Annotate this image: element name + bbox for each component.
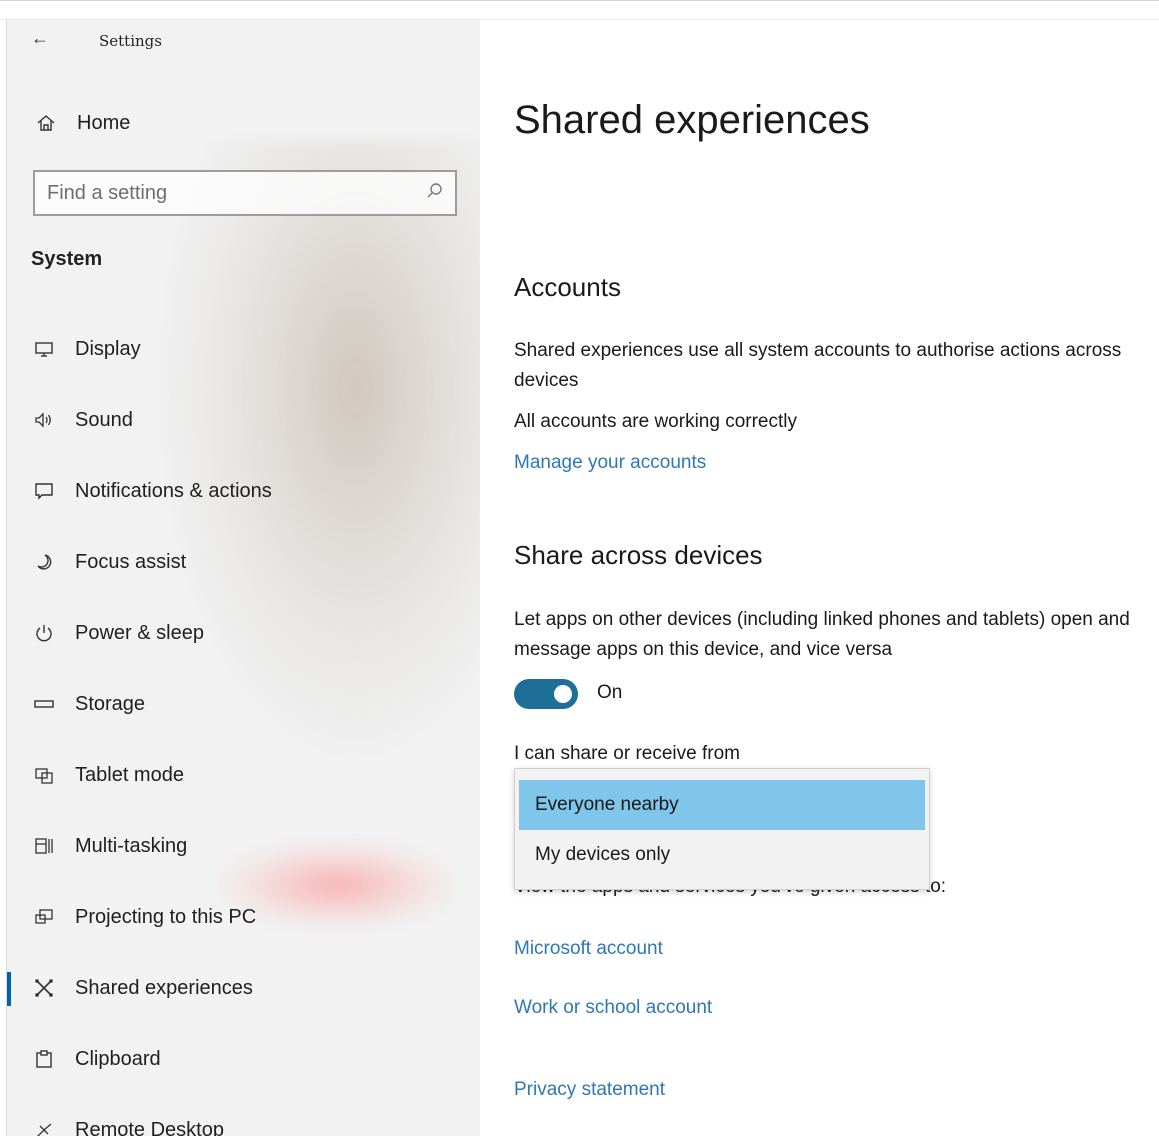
sidebar-item-home[interactable]: Home [31,108,451,138]
speaker-icon [29,411,59,429]
work-school-account-link[interactable]: Work or school account [514,997,712,1019]
multitasking-icon [29,836,59,856]
section-title-system: System [31,248,103,270]
search-icon[interactable] [425,182,443,205]
sidebar-item-multitasking[interactable]: Multi-tasking [7,824,480,868]
sidebar-item-sound[interactable]: Sound [7,398,480,442]
main-content: Shared experiences Accounts Shared exper… [480,20,1159,1136]
dropdown-option-my-devices[interactable]: My devices only [519,830,925,880]
notification-icon [29,482,59,500]
settings-window: ← Settings Home System Display Sound [0,0,1159,1136]
sidebar-item-notifications[interactable]: Notifications & actions [7,469,480,513]
acrylic-blur [157,140,480,760]
sidebar-item-projecting[interactable]: Projecting to this PC [7,895,480,939]
toggle-state-label: On [597,682,623,703]
moon-icon [29,552,59,572]
share-from-dropdown[interactable]: Everyone nearby My devices only [514,768,930,890]
share-description: Let apps on other devices (including lin… [514,609,1130,660]
search-box[interactable] [33,170,457,216]
sidebar-item-label: Projecting to this PC [75,905,257,928]
search-input[interactable] [47,181,425,205]
back-arrow-icon[interactable]: ← [31,28,49,49]
share-from-label: I can share or receive from [514,743,740,764]
shared-icon [29,978,59,998]
sidebar-item-label: Shared experiences [75,976,253,999]
sidebar-item-clipboard[interactable]: Clipboard [7,1037,480,1081]
share-toggle[interactable] [514,679,578,709]
monitor-icon [29,340,59,358]
accounts-description: Shared experiences use all system accoun… [514,340,1122,391]
app-title: Settings [99,32,162,50]
sidebar-item-label: Remote Desktop [75,1118,224,1136]
projecting-icon [29,907,59,927]
remote-desktop-icon [29,1120,59,1136]
share-heading: Share across devices [514,540,763,570]
sidebar-item-shared-experiences[interactable]: Shared experiences [7,966,480,1010]
sidebar-item-label: Tablet mode [75,763,184,786]
sidebar-item-label: Clipboard [75,1047,161,1070]
sidebar: ← Settings Home System Display Sound [6,20,480,1136]
sidebar-item-label: Focus assist [75,550,187,573]
accounts-status: All accounts are working correctly [514,411,797,432]
sidebar-item-label: Notifications & actions [75,479,272,502]
sidebar-item-display[interactable]: Display [7,327,480,371]
privacy-statement-link[interactable]: Privacy statement [514,1079,665,1101]
home-label: Home [77,111,131,134]
sidebar-item-power-sleep[interactable]: Power & sleep [7,611,480,655]
tablet-icon [29,765,59,785]
sidebar-item-label: Display [75,337,141,360]
sidebar-item-remote-desktop[interactable]: Remote Desktop [7,1108,480,1136]
home-icon [31,113,61,133]
power-icon [29,623,59,643]
microsoft-account-link[interactable]: Microsoft account [514,938,663,960]
accounts-heading: Accounts [514,272,621,302]
toggle-knob [554,685,572,703]
dropdown-option-everyone[interactable]: Everyone nearby [519,780,925,830]
sidebar-item-label: Storage [75,692,146,715]
sidebar-item-label: Multi-tasking [75,834,188,857]
manage-accounts-link[interactable]: Manage your accounts [514,452,706,474]
sidebar-item-storage[interactable]: Storage [7,682,480,726]
page-title: Shared experiences [514,98,870,142]
storage-icon [29,697,59,711]
sidebar-item-focus-assist[interactable]: Focus assist [7,540,480,584]
title-bar: ← Settings [7,20,480,60]
sidebar-item-label: Sound [75,408,133,431]
sidebar-item-label: Power & sleep [75,621,204,644]
sidebar-item-tablet-mode[interactable]: Tablet mode [7,753,480,797]
clipboard-icon [29,1049,59,1069]
